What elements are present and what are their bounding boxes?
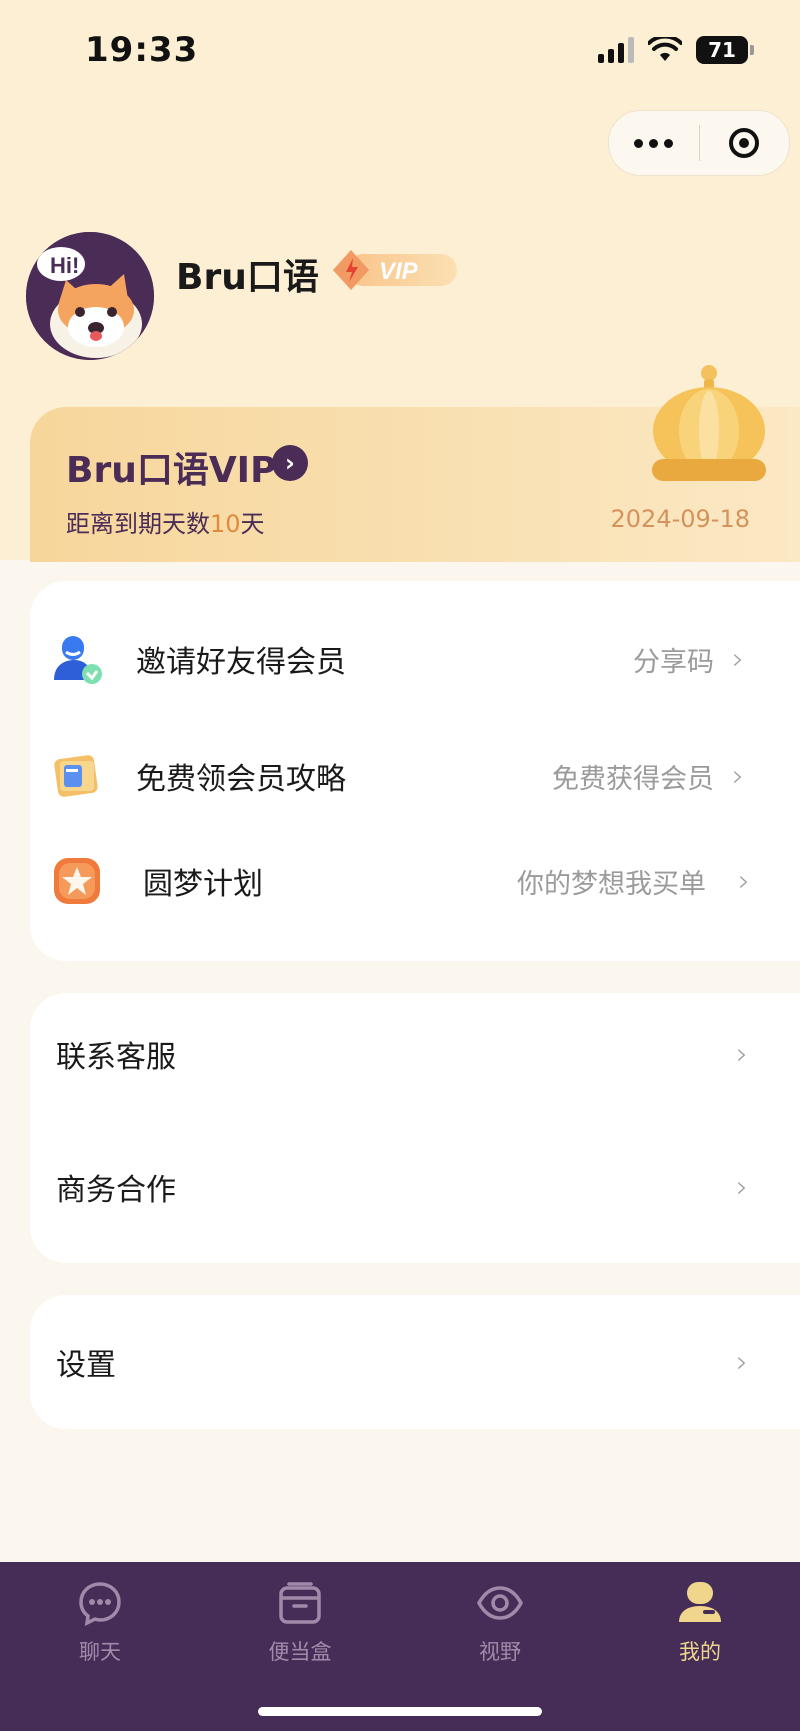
menu-item-business-cooperation[interactable]: 商务合作 › [30, 1154, 800, 1220]
menu-item-settings[interactable]: 设置 › [30, 1329, 800, 1395]
guide-book-icon [54, 755, 98, 797]
chevron-right-icon: › [736, 1036, 748, 1072]
menu-item-sub: 你的梦想我买单 [517, 868, 706, 900]
chevron-right-icon: › [732, 758, 744, 794]
tab-label: 聊天 [79, 1640, 121, 1664]
vip-days-remaining: 距离到期天数10天 [66, 504, 265, 539]
profile-icon [679, 1582, 721, 1622]
menu-item-invite[interactable]: 邀请好友得会员 分享码 › [30, 621, 800, 697]
cat-avatar-icon: Hi! [26, 232, 154, 360]
menu-item-free-vip-guide[interactable]: 免费领会员攻略 免费获得会员 › [30, 738, 800, 814]
tab-label: 视野 [479, 1640, 521, 1664]
miniprogram-capsule [608, 110, 790, 176]
days-suffix: 天 [240, 510, 265, 538]
menu-item-label: 圆梦计划 [143, 867, 263, 902]
menu-item-label: 联系客服 [56, 1040, 176, 1075]
tab-vision[interactable]: 视野 [440, 1580, 560, 1666]
vip-badge-icon: VIP [333, 250, 457, 290]
chat-icon [79, 1582, 121, 1627]
menu-item-sub: 免费获得会员 [552, 763, 714, 795]
vip-title: Bru口语VIP [66, 450, 277, 491]
close-target-button[interactable] [700, 128, 790, 158]
settings-menu-card: 设置 › [30, 1295, 800, 1429]
benefits-menu-card: 邀请好友得会员 分享码 › 免费领会员攻略 免费获得会员 › 圆梦计划 你的梦想… [30, 581, 800, 961]
status-time: 19:33 [85, 30, 199, 70]
status-icons: 71 [598, 36, 754, 64]
chevron-right-icon: › [738, 863, 750, 899]
bottom-tab-bar: 聊天 便当盒 视野 我的 [0, 1562, 800, 1731]
profile-page: 19:33 71 Hi! Bru口语 VIP Bru口语VIP › 距离到期天数… [0, 0, 800, 1731]
wifi-icon [648, 37, 682, 61]
battery-indicator: 71 [696, 36, 754, 64]
tab-label: 便当盒 [268, 1640, 332, 1664]
home-indicator [258, 1707, 542, 1716]
support-menu-card: 联系客服 › 商务合作 › [30, 993, 800, 1263]
user-name: Bru口语 [176, 257, 319, 298]
target-icon [729, 128, 760, 158]
more-options-icon[interactable] [609, 138, 699, 148]
vip-badge-label: VIP [379, 258, 419, 285]
menu-item-label: 商务合作 [56, 1173, 176, 1208]
menu-item-label: 邀请好友得会员 [136, 645, 346, 680]
invite-user-icon [54, 636, 102, 684]
chevron-right-icon: › [736, 1169, 748, 1205]
star-icon [54, 858, 100, 904]
eye-icon [477, 1586, 523, 1620]
chevron-right-icon: › [736, 1344, 748, 1380]
tab-mine[interactable]: 我的 [640, 1580, 760, 1666]
menu-item-customer-service[interactable]: 联系客服 › [30, 1021, 800, 1087]
days-number: 10 [210, 510, 241, 538]
days-prefix: 距离到期天数 [66, 510, 210, 538]
signal-icon [598, 37, 634, 63]
menu-item-sub: 分享码 [633, 646, 714, 678]
vip-expiry-date: 2024-09-18 [610, 505, 750, 533]
chevron-right-icon[interactable]: › [272, 445, 308, 481]
avatar[interactable]: Hi! [26, 232, 154, 360]
menu-item-label: 免费领会员攻略 [136, 762, 346, 797]
menu-item-dream-plan[interactable]: 圆梦计划 你的梦想我买单 › [30, 843, 800, 919]
menu-item-label: 设置 [56, 1348, 116, 1383]
chevron-right-icon: › [732, 641, 744, 677]
tab-label: 我的 [679, 1640, 721, 1664]
box-icon [279, 1582, 321, 1624]
svg-text:Hi!: Hi! [50, 253, 79, 278]
crown-icon [652, 365, 766, 481]
tab-chat[interactable]: 聊天 [40, 1580, 160, 1666]
tab-bento-box[interactable]: 便当盒 [240, 1580, 360, 1666]
